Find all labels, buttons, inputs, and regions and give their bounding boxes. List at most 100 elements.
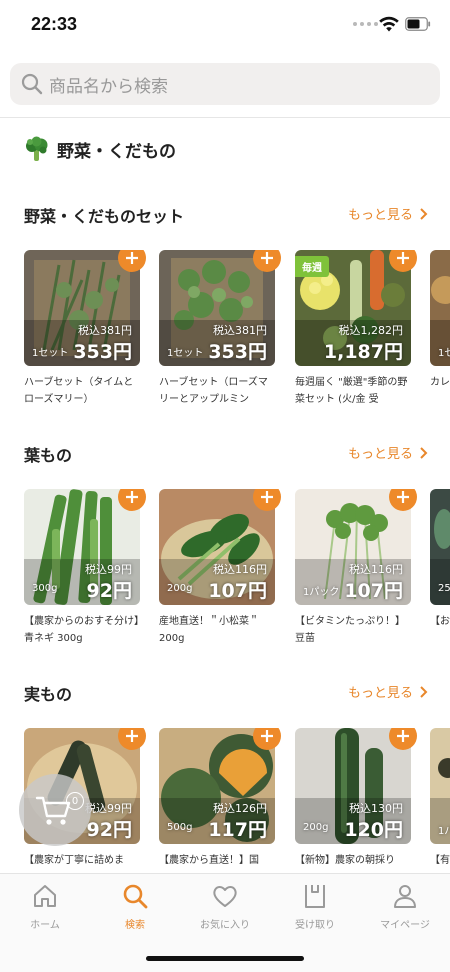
product-unit: 1セット [167,348,204,359]
product-unit: 300g [32,583,58,594]
user-icon [394,885,416,908]
section-title: 実もの [24,685,73,704]
product-name: 毎週届く "厳選"季節の野菜セット (火/金 受 [295,377,408,405]
tab-label: 受け取り [295,920,335,931]
see-more-label: もっと見る [347,447,413,462]
heart-icon [213,886,237,907]
tax-included-price: 税込381円 [213,324,267,337]
tax-included-price: 税込1,282円 [338,324,404,337]
add-to-cart-button[interactable] [389,728,417,750]
product-unit: 1パ [438,826,450,837]
plus-icon [261,252,273,264]
search-icon [21,73,43,95]
category-header: 野菜・くだもの [24,136,176,162]
product-name: カレ参、 [430,377,450,388]
chevron-right-icon [420,685,428,698]
tab-favorites[interactable]: お気に入り [180,882,270,938]
search-icon [123,884,148,909]
battery-icon [405,17,431,31]
tax-included-price: 税込99円 [85,802,132,815]
product-price: 92円 [86,819,132,841]
product-price: 117円 [208,819,267,841]
product-unit: 1セット [32,348,69,359]
see-more-link[interactable]: もっと見る [348,682,428,701]
product-name: 【おな2 [430,616,450,627]
home-icon [34,885,56,907]
floating-cart-button[interactable]: 0 [19,774,91,846]
add-to-cart-button[interactable] [118,728,146,750]
product-price: 92円 [86,580,132,602]
product-name: 【農家からのおすそ分け】青ネギ 300g [24,616,139,644]
chevron-right-icon [420,207,428,220]
product-name: 【ビタミンたっぷり！】豆苗 [295,616,405,644]
add-to-cart-button[interactable] [118,489,146,511]
product-price: 120円 [344,819,403,841]
tab-pickup[interactable]: 受け取り [270,882,360,938]
see-more-label: もっと見る [347,686,413,701]
see-more-label: もっと見る [347,208,413,223]
cart-count-badge: 0 [66,792,84,810]
tab-label: ホーム [30,920,60,931]
chevron-right-icon [420,446,428,459]
tab-label: 検索 [125,920,145,931]
broccoli-icon [26,136,48,161]
plus-icon [126,491,138,503]
product-unit: 200g [167,583,193,594]
add-to-cart-button[interactable] [118,250,146,272]
signal-dots-icon [353,22,378,26]
add-to-cart-button[interactable] [253,489,281,511]
product-card[interactable]: 1パ 【有 [430,728,450,866]
home-indicator [146,956,304,961]
tab-home[interactable]: ホーム [0,882,90,938]
add-to-cart-button[interactable] [253,728,281,750]
plus-icon [397,252,409,264]
product-image: 1パ [430,728,450,844]
product-unit: 1パック [303,587,340,598]
product-image: 1セ [430,250,450,366]
status-bar: 22:33 [0,0,450,52]
product-unit: 1セ [438,348,450,359]
product-unit: 25 [438,583,450,594]
plus-icon [261,730,273,742]
category-title: 野菜・くだもの [57,141,176,162]
tab-label: マイページ [380,920,430,931]
product-image: 25 [430,489,450,605]
plus-icon [261,491,273,503]
weekly-badge: 毎週 [295,256,329,277]
status-time: 22:33 [31,14,78,34]
divider [0,117,450,118]
product-unit: 500g [167,822,193,833]
product-carousel[interactable]: 税込381円 1セット 353円 ハーブセット（タイムとローズマリー） 税込38… [24,250,450,420]
pickup-box-icon [305,885,325,908]
plus-icon [397,730,409,742]
tab-search[interactable]: 検索 [90,882,180,938]
product-card[interactable]: 25 【おな2 [430,489,450,627]
tax-included-price: 税込116円 [349,563,403,576]
add-to-cart-button[interactable] [389,489,417,511]
tax-included-price: 税込116円 [213,563,267,576]
tax-included-price: 税込130円 [349,802,403,815]
product-price: 107円 [344,580,403,602]
add-to-cart-button[interactable] [253,250,281,272]
product-name: ハーブセット（タイムとローズマリー） [24,377,134,405]
tax-included-price: 税込126円 [213,802,267,815]
plus-icon [126,730,138,742]
product-price: 1,187円 [323,341,403,363]
section-title: 野菜・くだものセット [24,207,185,226]
see-more-link[interactable]: もっと見る [348,204,428,223]
product-price: 107円 [208,580,267,602]
add-to-cart-button[interactable] [389,250,417,272]
tab-label: お気に入り [200,920,250,931]
product-card[interactable]: 1セ カレ参、 [430,250,450,388]
product-name: 産地直送！＂小松菜＂200g [159,616,259,644]
product-name: ハーブセット（ローズマリーとアップルミン [159,377,268,405]
search-bar[interactable]: 商品名から検索 [10,63,440,105]
section-title: 葉もの [24,446,73,465]
tax-included-price: 税込99円 [85,563,132,576]
plus-icon [126,252,138,264]
tab-mypage[interactable]: マイページ [360,882,450,938]
see-more-link[interactable]: もっと見る [348,443,428,462]
product-price: 353円 [73,341,132,363]
product-carousel[interactable]: 税込99円 300g 92円 【農家からのおすそ分け】青ネギ 300g 税込11… [24,489,450,659]
product-unit: 200g [303,822,329,833]
